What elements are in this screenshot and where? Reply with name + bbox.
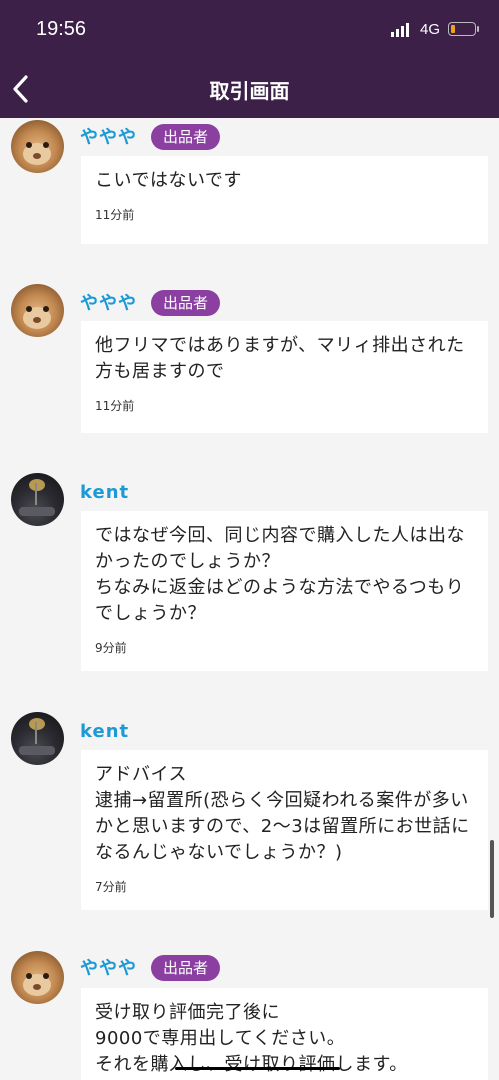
page-title: 取引画面 <box>209 79 290 103</box>
guinea-pig-icon <box>23 142 51 165</box>
nav-bar: 取引画面 <box>0 60 499 118</box>
seller-badge: 出品者 <box>151 290 221 316</box>
user-avatar[interactable] <box>11 473 64 526</box>
status-bar: 19:56 4G <box>0 0 499 60</box>
user-name[interactable]: ややや <box>80 954 137 980</box>
message-time: 9分前 <box>95 641 127 655</box>
user-avatar[interactable] <box>11 712 64 765</box>
status-time: 19:56 <box>36 18 87 40</box>
user-avatar[interactable] <box>11 284 64 337</box>
message-time: 11分前 <box>95 399 135 413</box>
user-name[interactable]: kent <box>80 721 129 742</box>
night-car-icon <box>19 718 55 755</box>
signal-icon <box>391 23 409 37</box>
message-time: 7分前 <box>95 880 127 894</box>
seller-badge: 出品者 <box>151 955 221 981</box>
message-bubble: 他フリマではありますが、マリィ排出された方も居ますので 11分前 <box>81 321 488 433</box>
seller-badge: 出品者 <box>151 124 221 150</box>
night-car-icon <box>19 479 55 516</box>
message-time: 11分前 <box>95 208 135 222</box>
scrollbar[interactable] <box>490 840 494 918</box>
battery-icon <box>448 22 479 36</box>
user-name[interactable]: kent <box>80 482 129 503</box>
message-text: アドバイス 逮捕→留置所(恐らく今回疑われる案件が多いかと思いますので、2〜3は… <box>95 764 470 863</box>
home-indicator <box>175 1067 340 1070</box>
message-bubble: アドバイス 逮捕→留置所(恐らく今回疑われる案件が多いかと思いますので、2〜3は… <box>81 750 488 910</box>
message-bubble: こいではないです 11分前 <box>81 156 488 244</box>
guinea-pig-icon <box>23 306 51 329</box>
message-text: 他フリマではありますが、マリィ排出された方も居ますので <box>95 335 465 382</box>
guinea-pig-icon <box>23 973 51 996</box>
message-list[interactable]: ややや 出品者 こいではないです 11分前 ややや 出品者 他フリマではあります… <box>0 118 499 1080</box>
message-bubble: ではなぜ今回、同じ内容で購入した人は出なかったのでしょうか？ ちなみに返金はどの… <box>81 511 488 671</box>
network-type: 4G <box>420 21 441 38</box>
user-avatar[interactable] <box>11 120 64 173</box>
user-name[interactable]: ややや <box>80 123 137 149</box>
message-text: こいではないです <box>95 170 242 191</box>
user-avatar[interactable] <box>11 951 64 1004</box>
message-text: ではなぜ今回、同じ内容で購入した人は出なかったのでしょうか？ ちなみに返金はどの… <box>95 525 465 624</box>
user-name[interactable]: ややや <box>80 289 137 315</box>
